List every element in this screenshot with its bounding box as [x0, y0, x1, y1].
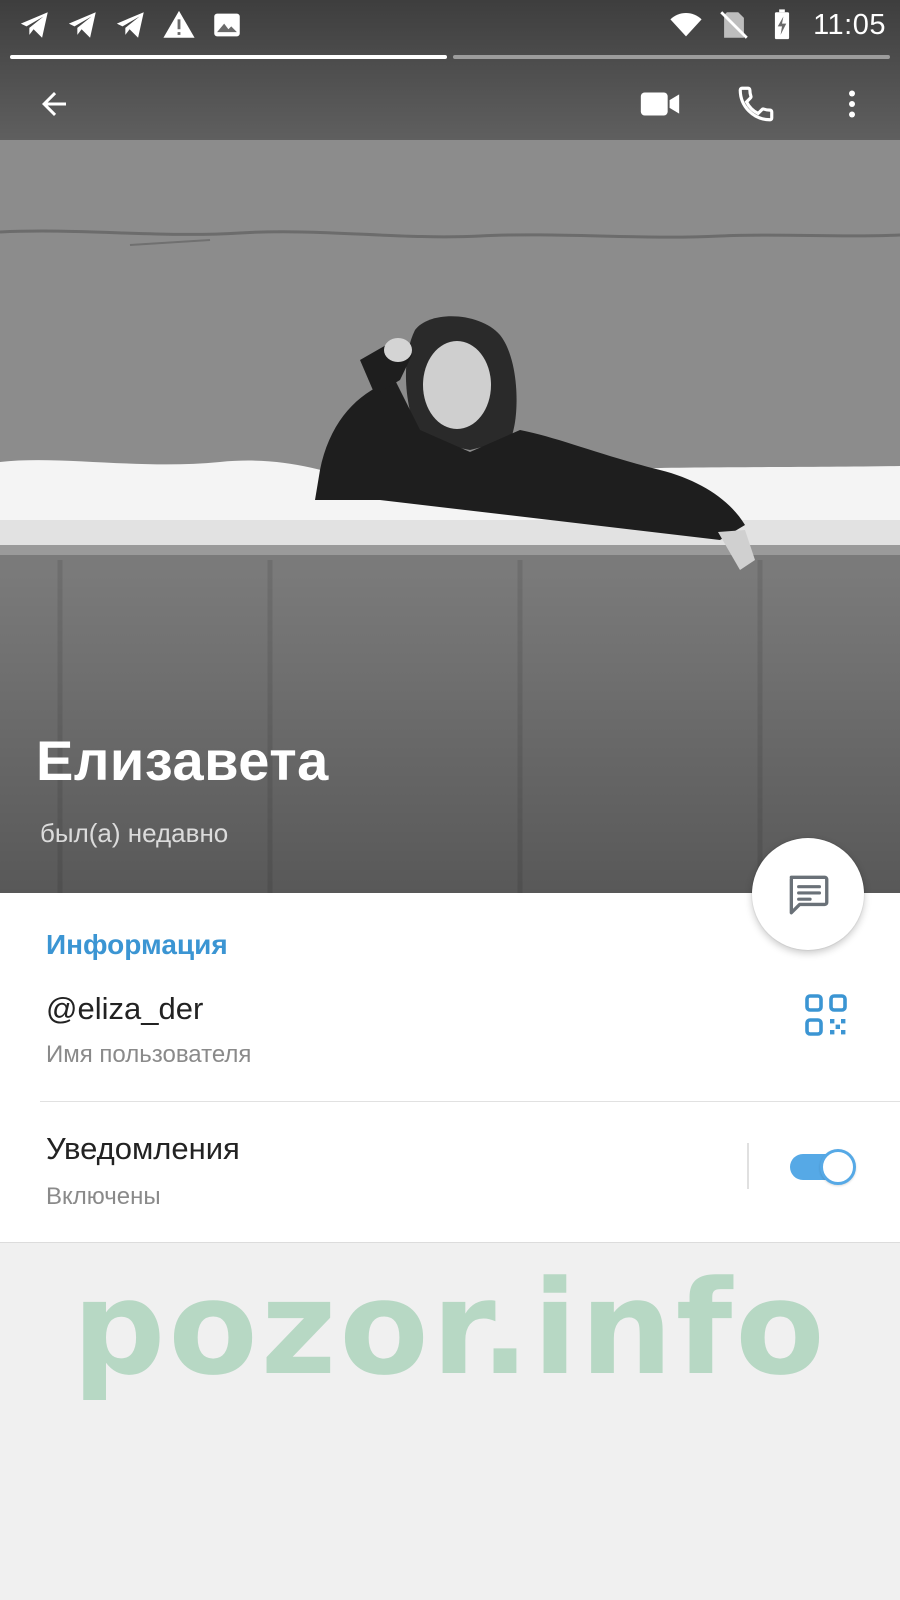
watermark: pozor.info	[72, 1252, 828, 1404]
info-section-title: Информация	[46, 929, 228, 960]
qr-code-button[interactable]	[802, 991, 850, 1039]
profile-screen: 11:05 Елизавета был(а) недавно Информаци…	[0, 0, 900, 1600]
action-bar	[0, 74, 900, 134]
divider	[40, 1101, 900, 1102]
username-label: Имя пользователя	[46, 1041, 252, 1068]
telegram-icon	[20, 12, 48, 38]
username-value: @eliza_der	[46, 991, 204, 1026]
wifi-icon	[670, 12, 702, 37]
story-segment	[453, 55, 890, 59]
username-row[interactable]: @eliza_der Имя пользователя	[0, 991, 900, 1101]
notifications-row[interactable]: Уведомления Включены	[0, 1131, 900, 1231]
call-button[interactable]	[726, 74, 786, 134]
info-section: Информация @eliza_der Имя пользователя У…	[0, 893, 900, 1243]
status-notifications	[18, 8, 244, 42]
status-system: 11:05	[669, 8, 886, 42]
video-call-button[interactable]	[630, 74, 690, 134]
profile-name: Елизавета	[36, 729, 329, 792]
qr-code-icon	[805, 994, 847, 1036]
vertical-divider	[747, 1143, 749, 1189]
image-icon	[214, 13, 240, 37]
story-progress	[10, 55, 890, 60]
notifications-toggle[interactable]	[790, 1147, 858, 1187]
more-options-button[interactable]	[822, 74, 882, 134]
profile-last-seen: был(а) недавно	[40, 818, 229, 848]
send-message-button[interactable]	[752, 838, 864, 950]
message-icon	[789, 875, 829, 915]
telegram-icon	[68, 12, 96, 38]
back-button[interactable]	[24, 74, 84, 134]
arrow-left-icon	[42, 92, 66, 116]
profile-header: 11:05 Елизавета был(а) недавно	[0, 0, 900, 893]
battery-charging-icon	[774, 9, 790, 40]
telegram-icon	[116, 12, 144, 38]
toggle-knob	[820, 1149, 856, 1185]
story-segment	[10, 55, 447, 59]
notifications-value: Включены	[46, 1183, 161, 1210]
notifications-title: Уведомления	[46, 1131, 240, 1166]
status-time: 11:05	[813, 8, 886, 41]
warning-icon	[163, 10, 195, 38]
video-camera-icon	[640, 92, 680, 116]
phone-icon	[738, 86, 774, 122]
more-vertical-icon	[849, 90, 855, 118]
no-sim-icon	[720, 11, 748, 39]
status-bar: 11:05	[0, 0, 900, 50]
